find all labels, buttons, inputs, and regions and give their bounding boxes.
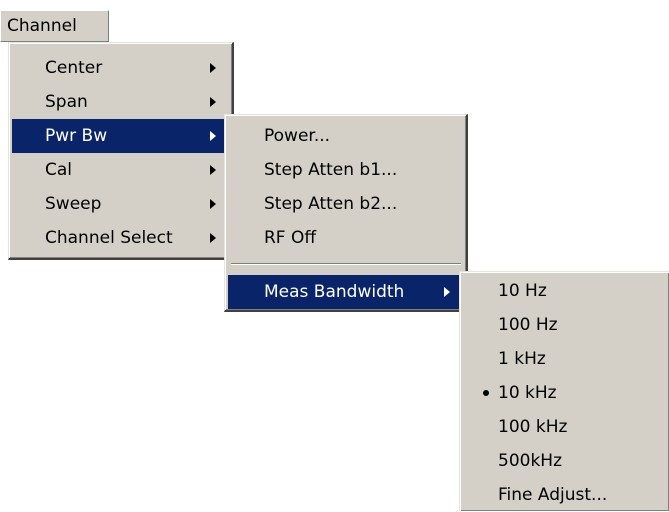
menu-item-cal[interactable]: Cal xyxy=(12,153,230,187)
menu-item-label: Power... xyxy=(264,126,331,146)
menu-channel[interactable]: Channel xyxy=(0,10,109,42)
menu-item-label: 1 kHz xyxy=(498,349,546,369)
menu-item-label: 100 kHz xyxy=(498,417,568,437)
menu-item-500khz[interactable]: 500kHz xyxy=(463,444,667,478)
menu-item-meas-bandwidth[interactable]: Meas Bandwidth xyxy=(228,275,464,309)
menu-item-100hz[interactable]: 100 Hz xyxy=(463,308,667,342)
submenu-arrow-icon xyxy=(210,97,216,107)
menu-item-span[interactable]: Span xyxy=(12,85,230,119)
menu-item-label: 10 kHz xyxy=(498,383,557,403)
menu-item-label: Center xyxy=(45,58,103,78)
submenu-arrow-icon xyxy=(210,165,216,175)
menu-item-label: 100 Hz xyxy=(498,315,558,335)
submenu-arrow-icon xyxy=(210,199,216,209)
menu-item-100khz[interactable]: 100 kHz xyxy=(463,410,667,444)
menu-item-label: Span xyxy=(45,92,88,112)
menu-item-label: Cal xyxy=(45,160,73,180)
pwr-bw-submenu: Power... Step Atten b1... Step Atten b2.… xyxy=(224,114,468,312)
menu-item-channel-select[interactable]: Channel Select xyxy=(12,221,230,255)
menu-item-center[interactable]: Center xyxy=(12,51,230,85)
menu-item-step-atten-b2[interactable]: Step Atten b2... xyxy=(228,187,464,221)
bandwidth-submenu: 10 Hz 100 Hz 1 kHz 10 kHz 100 kHz 500kHz… xyxy=(459,271,669,511)
menu-item-10khz[interactable]: 10 kHz xyxy=(463,376,667,410)
menu-item-label: 10 Hz xyxy=(498,281,547,301)
menu-item-power[interactable]: Power... xyxy=(228,119,464,153)
submenu-arrow-icon xyxy=(210,63,216,73)
menu-item-label: Pwr Bw xyxy=(45,126,108,146)
menu-item-label: Step Atten b2... xyxy=(264,194,398,214)
menu-item-label: Step Atten b1... xyxy=(264,160,398,180)
menu-item-label: Fine Adjust... xyxy=(498,485,608,505)
menu-item-rf-off[interactable]: RF Off xyxy=(228,221,464,255)
menu-item-label: 500kHz xyxy=(498,451,562,471)
menu-item-pwr-bw[interactable]: Pwr Bw xyxy=(12,119,230,153)
submenu-arrow-icon xyxy=(210,131,216,141)
submenu-arrow-icon xyxy=(210,233,216,243)
menu-item-sweep[interactable]: Sweep xyxy=(12,187,230,221)
menu-channel-label: Channel xyxy=(7,16,77,36)
menu-item-label: Channel Select xyxy=(45,228,173,248)
menu-item-label: Sweep xyxy=(45,194,102,214)
submenu-arrow-icon xyxy=(444,287,450,297)
menu-item-10hz[interactable]: 10 Hz xyxy=(463,274,667,308)
menu-item-step-atten-b1[interactable]: Step Atten b1... xyxy=(228,153,464,187)
menu-item-1khz[interactable]: 1 kHz xyxy=(463,342,667,376)
menu-separator xyxy=(231,263,461,265)
channel-menu: Center Span Pwr Bw Cal Sweep Channel Sel… xyxy=(8,42,234,260)
radio-check-icon xyxy=(483,390,489,396)
menu-item-label: Meas Bandwidth xyxy=(264,282,405,302)
menu-item-label: RF Off xyxy=(264,228,317,248)
menu-item-fine-adjust[interactable]: Fine Adjust... xyxy=(463,478,667,512)
